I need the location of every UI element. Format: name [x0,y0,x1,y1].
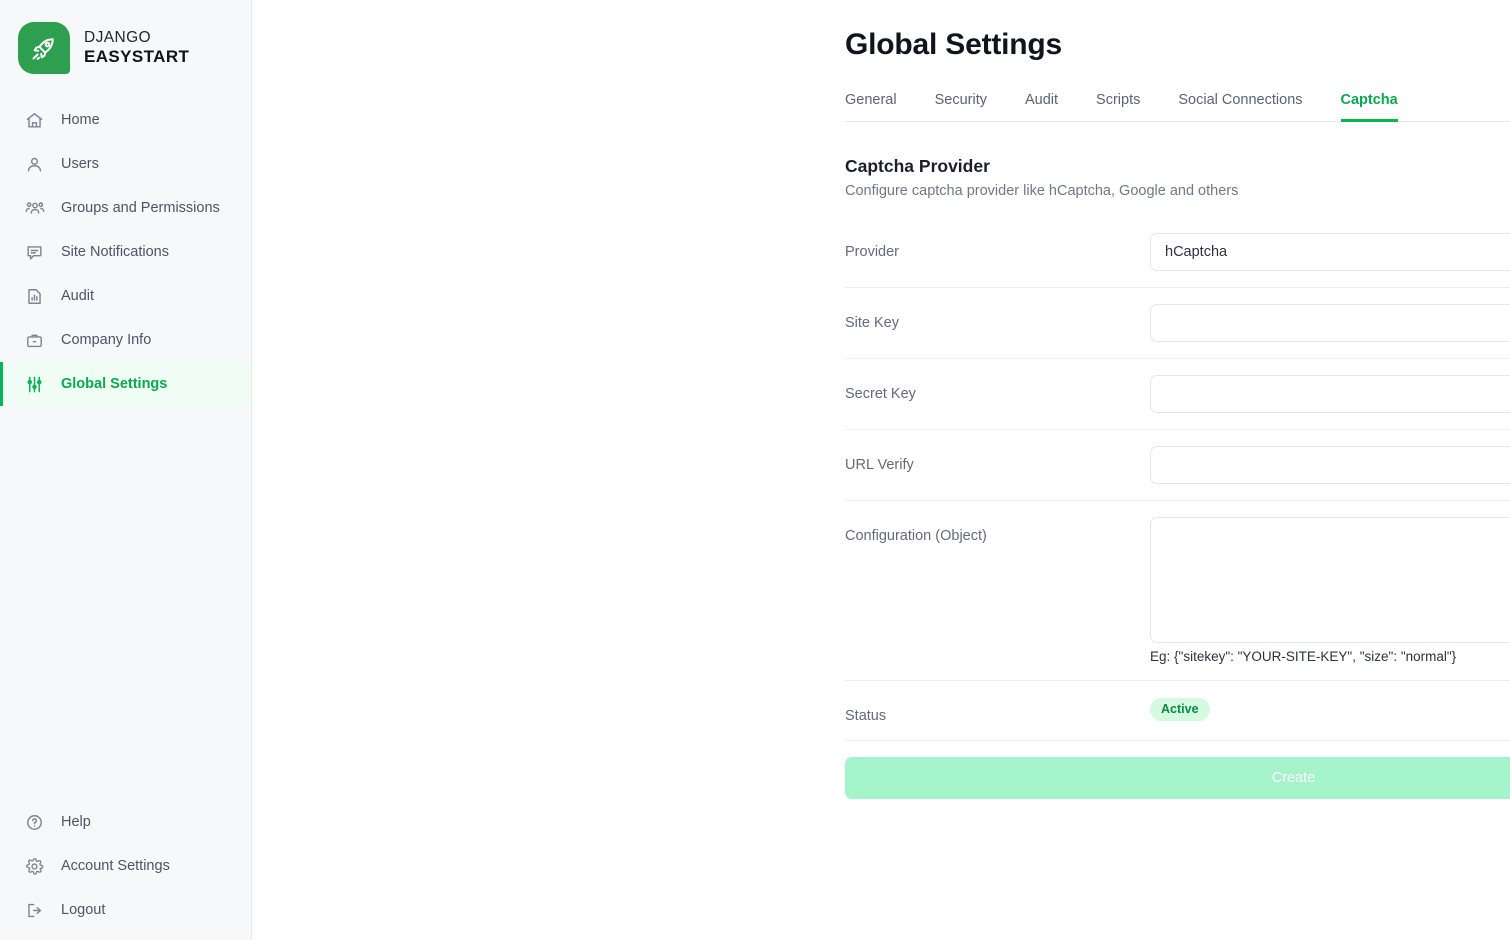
status-badge: Active [1150,698,1210,721]
sidebar-item-audit[interactable]: Audit [0,274,251,318]
question-circle-icon [24,812,45,833]
sidebar-item-label: Company Info [61,332,152,348]
sidebar: DJANGO EASYSTART Home Users Groups and P… [0,0,252,940]
configuration-field: Eg: {"sitekey": "YOUR-SITE-KEY", "size":… [1150,517,1510,664]
form-row-site-key: Site Key [845,287,1510,358]
site-key-label: Site Key [845,315,899,331]
configuration-label: Configuration (Object) [845,528,987,544]
sidebar-item-label: Help [61,814,91,830]
sidebar-item-account-settings[interactable]: Account Settings [0,844,251,888]
form-row-status: Status Active [845,680,1510,740]
status-controls: Active [1150,697,1510,722]
provider-select[interactable]: hCaptcha [1150,233,1510,271]
sidebar-nav-main: Home Users Groups and Permissions Site N… [0,96,251,406]
form-row-provider: Provider hCaptcha [845,225,1510,287]
sidebar-item-label: Home [61,112,100,128]
tab-scripts[interactable]: Scripts [1096,92,1140,122]
sidebar-nav-bottom: Help Account Settings Logout [0,800,251,940]
brand[interactable]: DJANGO EASYSTART [0,0,251,96]
site-key-field [1150,304,1510,342]
secret-key-label: Secret Key [845,386,916,402]
gear-icon [24,856,45,877]
url-verify-input[interactable] [1150,446,1510,484]
captcha-settings-form: Provider hCaptcha Site Key Secret Key UR… [845,225,1510,799]
brand-text: DJANGO EASYSTART [84,29,189,66]
tab-security[interactable]: Security [935,92,987,122]
provider-select-wrap: hCaptcha [1150,233,1510,271]
form-row-url-verify: URL Verify [845,429,1510,500]
sidebar-item-label: Account Settings [61,858,170,874]
page-title: Global Settings [845,28,1063,61]
sliders-icon [24,374,45,395]
sidebar-item-label: Audit [61,288,95,304]
secret-key-field [1150,375,1510,413]
site-key-input[interactable] [1150,304,1510,342]
configuration-textarea[interactable] [1150,517,1510,643]
sidebar-item-users[interactable]: Users [0,142,251,186]
sidebar-item-groups-and-permissions[interactable]: Groups and Permissions [0,186,251,230]
sidebar-item-label: Users [61,156,99,172]
app-root: DJANGO EASYSTART Home Users Groups and P… [0,0,1510,940]
sidebar-item-logout[interactable]: Logout [0,888,251,932]
url-verify-field [1150,446,1510,484]
brand-line-2: EASYSTART [84,47,190,67]
tab-audit[interactable]: Audit [1025,92,1058,122]
tab-general[interactable]: General [845,92,897,122]
secret-key-input[interactable] [1150,375,1510,413]
sidebar-item-label: Global Settings [61,376,168,392]
sidebar-item-help[interactable]: Help [0,800,251,844]
sidebar-item-company-info[interactable]: Company Info [0,318,251,362]
tab-social-connections[interactable]: Social Connections [1178,92,1302,122]
logout-icon [24,900,45,921]
sidebar-item-label: Logout [61,902,106,918]
section-subtitle: Configure captcha provider like hCaptcha… [845,183,1239,199]
tab-captcha[interactable]: Captcha [1340,92,1398,122]
submit-wrap: Create [845,740,1510,799]
provider-label: Provider [845,244,899,260]
home-icon [24,110,45,131]
sidebar-item-label: Groups and Permissions [61,200,220,216]
section-title: Captcha Provider [845,156,990,176]
users-icon [24,154,45,175]
chat-bubble-icon [24,242,45,263]
sidebar-item-site-notifications[interactable]: Site Notifications [0,230,251,274]
briefcase-icon [24,330,45,351]
form-row-configuration: Configuration (Object) Eg: {"sitekey": "… [845,500,1510,680]
url-verify-label: URL Verify [845,457,914,473]
create-button[interactable]: Create [845,757,1510,799]
brand-line-1: DJANGO [84,29,151,47]
page-wrap: Global Settings General Security Audit S… [845,28,1510,799]
main-content: Global Settings General Security Audit S… [252,0,1510,940]
status-field: Active [1150,697,1510,722]
status-label: Status [845,708,887,724]
group-permissions-icon [24,198,45,219]
rocket-icon [18,22,70,74]
form-row-secret-key: Secret Key [845,358,1510,429]
chart-document-icon [24,286,45,307]
tab-bar: General Security Audit Scripts Social Co… [845,92,1510,122]
provider-field: hCaptcha [1150,233,1510,271]
sidebar-item-home[interactable]: Home [0,98,251,142]
sidebar-item-label: Site Notifications [61,244,169,260]
sidebar-item-global-settings[interactable]: Global Settings [0,362,251,406]
configuration-hint: Eg: {"sitekey": "YOUR-SITE-KEY", "size":… [1150,649,1457,664]
